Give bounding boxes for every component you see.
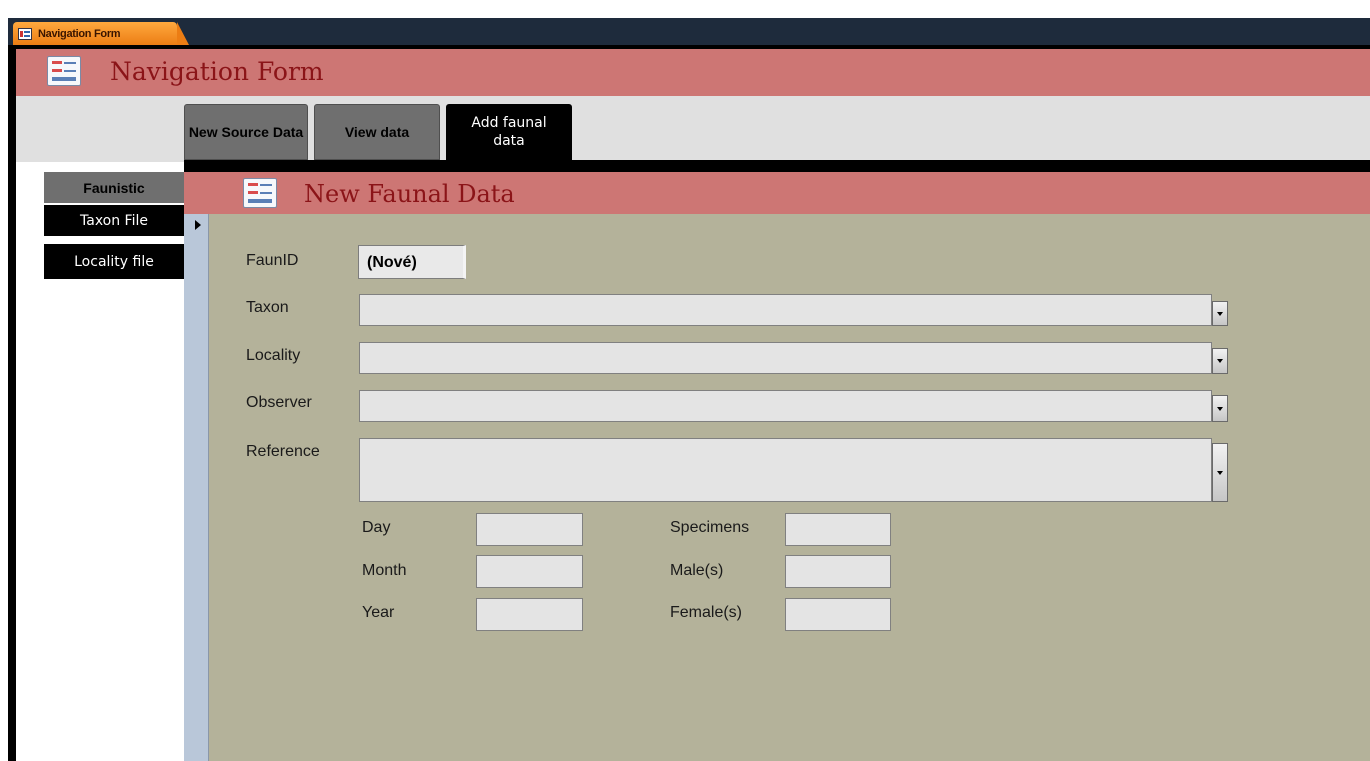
taxon-combobox[interactable] [359,294,1212,326]
side-item-label: Faunistic [83,179,145,196]
form-icon [18,27,32,40]
tab-label: View data [344,124,410,140]
females-field[interactable] [785,598,891,631]
tab-underline [184,160,1370,165]
form-icon [47,56,81,86]
reference-combobox[interactable] [359,438,1212,502]
specimens-field[interactable] [785,513,891,546]
side-item-faunistic[interactable]: Faunistic [44,172,184,203]
side-item-label: Taxon File [80,212,148,229]
locality-combobox[interactable] [359,342,1212,374]
reference-label: Reference [246,443,320,460]
females-label: Female(s) [670,604,743,621]
page-title: Navigation Form [110,57,324,86]
side-item-label: Locality file [74,253,154,270]
specimens-label: Specimens [670,519,750,536]
year-label: Year [362,604,395,621]
tab-label: New Source Data [188,124,304,140]
males-field[interactable] [785,555,891,588]
observer-label: Observer [246,394,312,411]
side-item-locality-file[interactable]: Locality file [44,244,184,279]
faunid-field[interactable]: (Nové) [358,245,466,279]
form-title: New Faunal Data [304,180,515,208]
locality-label: Locality [246,347,301,364]
month-field[interactable] [476,555,583,588]
document-tab-strip [8,18,1370,45]
observer-combobox[interactable] [359,390,1212,422]
year-field[interactable] [476,598,583,631]
tab-view-data[interactable]: View data [314,104,440,160]
chevron-down-icon[interactable] [1212,301,1228,326]
taxon-label: Taxon [246,299,289,316]
tab-label: Add faunal data [471,115,547,149]
chevron-down-icon[interactable] [1212,348,1228,374]
side-item-taxon-file[interactable]: Taxon File [44,205,184,236]
month-label: Month [362,562,407,579]
faunid-label: FaunID [246,252,299,269]
chevron-down-icon[interactable] [1212,395,1228,422]
day-field[interactable] [476,513,583,546]
record-selector[interactable] [184,214,209,761]
males-label: Male(s) [670,562,724,579]
document-tab-label: Navigation Form [38,27,121,40]
document-tab-navigation-form[interactable]: Navigation Form [13,22,189,45]
tab-add-faunal-data[interactable]: Add faunal data [446,104,572,160]
current-record-icon [195,220,201,230]
tab-new-source-data[interactable]: New Source Data [184,104,308,160]
form-icon [243,178,277,208]
chevron-down-icon[interactable] [1212,443,1228,502]
day-label: Day [362,519,391,536]
